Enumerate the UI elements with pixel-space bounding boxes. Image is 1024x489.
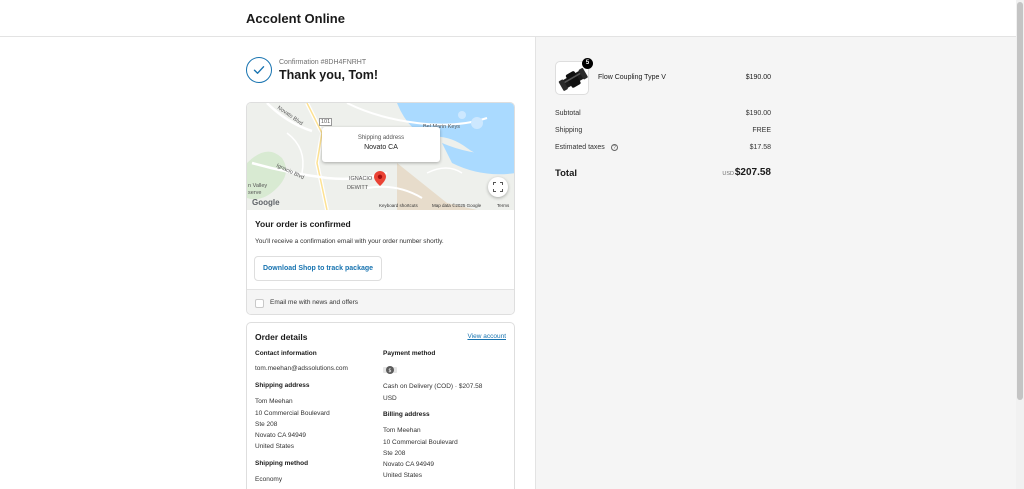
view-account-link[interactable]: View account bbox=[467, 333, 506, 340]
shipping-address-line: Ste 208 bbox=[255, 421, 278, 428]
map-label: n Valley bbox=[248, 183, 268, 189]
svg-text:$: $ bbox=[388, 368, 391, 374]
billing-address-line: Novato CA 94949 bbox=[383, 461, 434, 468]
order-confirmed-text: You'll receive a confirmation email with… bbox=[255, 238, 444, 245]
shipping-address-line: United States bbox=[255, 443, 295, 450]
payment-method-heading: Payment method bbox=[383, 350, 436, 357]
thank-you-heading: Thank you, Tom! bbox=[279, 68, 379, 82]
contact-email: tom.meehan@adssolutions.com bbox=[255, 365, 348, 372]
map-label: 101 bbox=[319, 118, 333, 126]
download-shop-button[interactable]: Download Shop to track package bbox=[254, 256, 382, 281]
terms-link[interactable]: Terms bbox=[497, 203, 509, 208]
order-summary-sidebar bbox=[535, 37, 1016, 489]
scrollbar[interactable] bbox=[1016, 0, 1024, 489]
email-opt-in-label[interactable]: Email me with news and offers bbox=[270, 299, 358, 306]
billing-address-line: 10 Commercial Boulevard bbox=[383, 438, 458, 446]
order-status-card: Novato Blvd 101 Bel Marin Keys Ignacio B… bbox=[246, 102, 515, 315]
order-details-card: Order details View account Contact infor… bbox=[246, 322, 515, 489]
billing-address-line: Tom Meehan bbox=[383, 427, 421, 434]
contact-heading: Contact information bbox=[255, 350, 317, 357]
map-pin-icon bbox=[374, 171, 386, 186]
email-opt-in-row[interactable]: Email me with news and offers bbox=[247, 289, 514, 314]
order-confirmed-heading: Your order is confirmed bbox=[255, 219, 351, 229]
store-name[interactable]: Accolent Online bbox=[246, 11, 345, 26]
quantity-badge: 5 bbox=[582, 58, 593, 69]
shipping-method-value: Economy bbox=[255, 476, 283, 483]
taxes-value: $17.58 bbox=[749, 144, 771, 151]
map-data-attribution: Map data ©2025 Google bbox=[432, 203, 482, 208]
header: Accolent Online bbox=[0, 0, 1016, 37]
map-label: IGNACIO bbox=[349, 176, 373, 182]
total-label: Total bbox=[555, 168, 577, 179]
total-value: $207.58 bbox=[734, 167, 771, 178]
map-label: serve bbox=[248, 190, 262, 196]
map-label: DEWITT bbox=[347, 185, 369, 191]
bubble-label: Shipping address bbox=[357, 135, 405, 141]
keyboard-shortcuts-link[interactable]: Keyboard shortcuts bbox=[379, 203, 418, 208]
cash-icon: $ bbox=[383, 365, 397, 375]
payment-method-line: Cash on Delivery (COD) · $207.58 bbox=[383, 383, 483, 390]
billing-address-line: United States bbox=[383, 472, 423, 479]
shipping-label: Shipping bbox=[555, 127, 583, 134]
fullscreen-icon[interactable] bbox=[488, 177, 508, 197]
billing-address-heading: Billing address bbox=[383, 411, 430, 418]
taxes-label: Estimated taxes bbox=[555, 144, 605, 151]
shipping-address-bubble: Shipping address Novato CA bbox=[322, 127, 440, 162]
checkmark-icon bbox=[246, 57, 272, 83]
shipping-address-line: Tom Meehan bbox=[255, 398, 293, 405]
subtotal-value: $190.00 bbox=[745, 110, 771, 117]
shipping-address-line: Novato CA 94949 bbox=[255, 432, 306, 439]
order-details-heading: Order details bbox=[255, 332, 308, 342]
shipping-method-heading: Shipping method bbox=[255, 460, 309, 467]
map[interactable]: Novato Blvd 101 Bel Marin Keys Ignacio B… bbox=[247, 103, 514, 210]
shipping-address-heading: Shipping address bbox=[255, 382, 310, 389]
payment-method-line: USD bbox=[383, 394, 397, 402]
confirmation-number: Confirmation #8DH4FNRHT bbox=[279, 59, 367, 66]
billing-address-line: Ste 208 bbox=[383, 450, 406, 457]
shipping-address-line: 10 Commercial Boulevard bbox=[255, 409, 330, 417]
shipping-value: FREE bbox=[752, 127, 771, 134]
scrollbar-thumb[interactable] bbox=[1017, 2, 1023, 400]
bubble-value: Novato CA bbox=[364, 144, 398, 151]
help-icon[interactable]: ? bbox=[611, 144, 618, 151]
subtotal-label: Subtotal bbox=[555, 110, 581, 117]
product-name: Flow Coupling Type V bbox=[598, 74, 666, 81]
google-logo: Google bbox=[252, 198, 280, 207]
product-price: $190.00 bbox=[745, 74, 771, 81]
email-opt-in-checkbox[interactable] bbox=[255, 299, 264, 308]
total-currency: USD bbox=[722, 171, 734, 177]
